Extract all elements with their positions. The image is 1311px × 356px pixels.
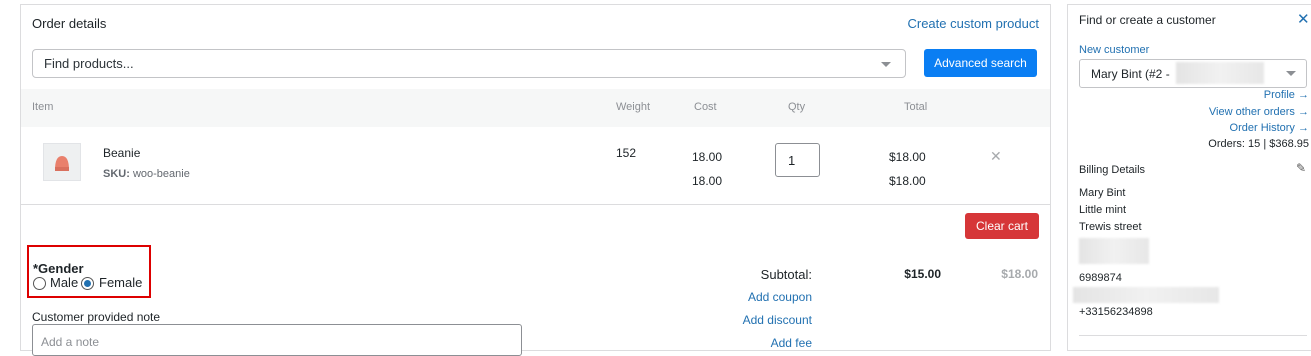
times-icon[interactable]: ✕ xyxy=(990,148,1002,165)
gender-radio-female[interactable] xyxy=(81,277,94,290)
add-discount-link[interactable]: Add discount xyxy=(743,313,812,327)
billing-phone: +33156234898 xyxy=(1079,306,1153,318)
redacted-block xyxy=(1176,62,1264,84)
order-details-title: Order details xyxy=(32,16,107,31)
new-customer-link[interactable]: New customer xyxy=(1079,44,1149,56)
subtotal-original: $18.00 xyxy=(1001,267,1038,281)
subtotal-value: $15.00 xyxy=(904,267,941,281)
product-thumbnail[interactable] xyxy=(43,143,81,181)
sku-value: woo-beanie xyxy=(132,168,190,180)
gender-label: *Gender xyxy=(33,261,84,276)
quantity-input[interactable]: 1 xyxy=(775,143,820,177)
view-other-orders-link[interactable]: View other orders → xyxy=(1209,106,1309,118)
close-icon[interactable]: ✕ xyxy=(1297,10,1310,28)
items-table-header: Item Weight Cost Qty Total xyxy=(21,89,1050,127)
product-name-link[interactable]: Beanie xyxy=(103,146,140,160)
customer-note-placeholder: Add a note xyxy=(41,335,100,349)
line-total-original: $18.00 xyxy=(889,174,926,188)
add-coupon-link[interactable]: Add coupon xyxy=(748,290,812,304)
panel-divider xyxy=(1079,335,1307,336)
billing-postcode: 6989874 xyxy=(1079,272,1122,284)
gender-option-male[interactable]: Male xyxy=(50,275,78,290)
billing-name: Mary Bint xyxy=(1079,187,1126,199)
items-divider xyxy=(21,204,1050,205)
billing-details-title: Billing Details xyxy=(1079,164,1146,176)
beanie-image xyxy=(55,156,69,171)
billing-company: Little mint xyxy=(1079,204,1127,216)
product-cost: 18.00 xyxy=(692,150,723,164)
product-search-placeholder: Find products... xyxy=(44,56,134,71)
order-details-panel: Order details Create custom product Find… xyxy=(20,4,1051,356)
sku-label: SKU: xyxy=(103,168,130,180)
profile-link[interactable]: Profile → xyxy=(1264,89,1309,101)
product-search-select[interactable]: Find products... xyxy=(32,49,906,78)
advanced-search-button[interactable]: Advanced search xyxy=(924,49,1037,77)
create-custom-product-link[interactable]: Create custom product xyxy=(907,16,1039,31)
customer-select[interactable]: Mary Bint (#2 - xyxy=(1079,59,1307,88)
chevron-down-icon xyxy=(1286,71,1296,76)
billing-street: Trewis street xyxy=(1079,221,1142,233)
column-weight: Weight xyxy=(616,101,651,113)
column-total: Total xyxy=(904,101,928,113)
gender-radio-male[interactable] xyxy=(33,277,46,290)
add-fee-link[interactable]: Add fee xyxy=(771,336,812,350)
order-history-link[interactable]: Order History → xyxy=(1230,122,1309,134)
subtotal-label: Subtotal: xyxy=(760,267,812,282)
column-item: Item xyxy=(32,101,54,113)
gender-option-female[interactable]: Female xyxy=(99,275,142,290)
pencil-icon[interactable]: ✎ xyxy=(1296,161,1306,175)
redacted-block xyxy=(1079,238,1149,264)
column-cost: Cost xyxy=(694,101,717,113)
product-weight: 152 xyxy=(616,146,637,160)
line-total: $18.00 xyxy=(889,150,926,164)
column-qty: Qty xyxy=(788,101,806,113)
customer-note-input[interactable]: Add a note xyxy=(32,324,522,356)
chevron-down-icon xyxy=(881,62,891,67)
clear-cart-button[interactable]: Clear cart xyxy=(965,213,1039,239)
customer-panel-title: Find or create a customer xyxy=(1079,13,1216,27)
gender-field: *Gender Male Female xyxy=(27,245,151,298)
quantity-value: 1 xyxy=(788,153,796,168)
product-cost-original: 18.00 xyxy=(692,174,723,188)
product-sku: SKU: woo-beanie xyxy=(103,168,190,180)
customer-panel: Find or create a customer ✕ New customer… xyxy=(1067,4,1311,351)
customer-selected-value: Mary Bint (#2 - xyxy=(1091,67,1170,81)
customer-note-label: Customer provided note xyxy=(32,310,161,324)
orders-summary: Orders: 15 | $368.95 xyxy=(1208,138,1309,150)
redacted-block xyxy=(1073,287,1219,303)
